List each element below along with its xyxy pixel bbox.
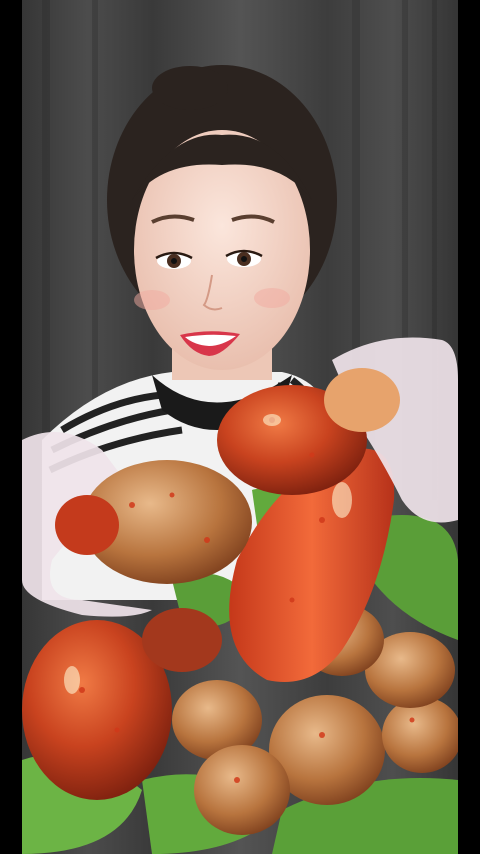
left-cheek (134, 290, 170, 310)
held-sauced-piece (55, 495, 119, 555)
scene-illustration (22, 0, 458, 854)
video-frame (0, 0, 480, 854)
hair-bun (152, 66, 228, 110)
held-tripe-chunk (324, 368, 400, 432)
right-cheek (254, 288, 290, 308)
video-content (22, 0, 458, 854)
